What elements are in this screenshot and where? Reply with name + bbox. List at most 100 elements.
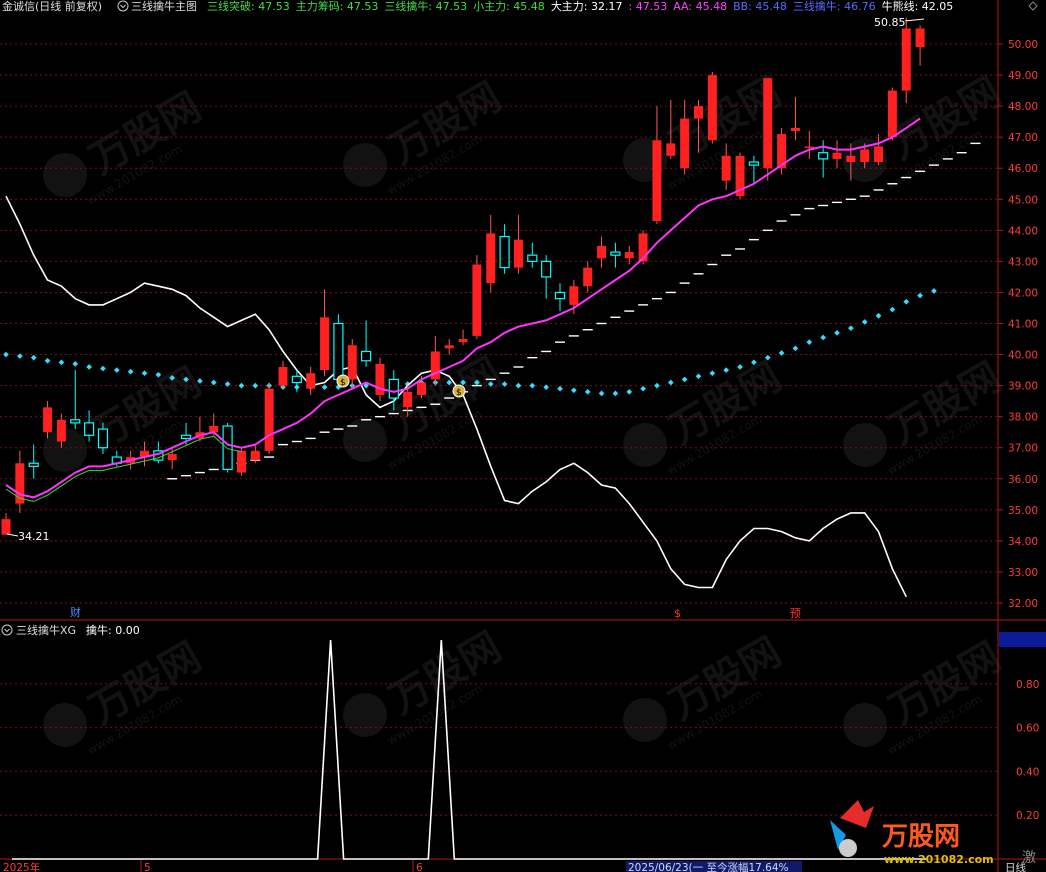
candle <box>887 87 897 141</box>
axis-tick-label: 37.00 <box>1008 443 1038 455</box>
sub-header: 三线擒牛XG 擒牛: 0.00 <box>1 623 140 637</box>
axis-tick-label: 36.00 <box>1008 474 1038 486</box>
candle-body <box>748 161 760 166</box>
candle <box>375 357 385 402</box>
sub-axis-tick-label: 0.80 <box>1016 679 1039 691</box>
axis-tick-label: 48.00 <box>1008 101 1038 113</box>
sub-axis-tick-label: 0.40 <box>1016 766 1039 778</box>
watermark-bull-icon <box>623 423 667 467</box>
candle <box>763 78 773 181</box>
price-high-text: 50.85 <box>874 16 906 29</box>
axis-tick-label: 47.00 <box>1008 132 1038 144</box>
marker-yu[interactable]: 预 <box>790 607 801 620</box>
bottom-info-text: 2025/06/23(一 至今涨幅17.64% <box>628 861 789 872</box>
candle-body <box>486 233 496 284</box>
axis-tick-label: 44.00 <box>1008 225 1038 237</box>
header-value-9: 牛熊线: 42.05 <box>882 0 954 13</box>
candle-body <box>180 434 192 440</box>
header-value-0: 三线突破: 47.53 <box>207 0 290 13</box>
corner-tail: 激 <box>1022 849 1036 866</box>
candle-body <box>763 78 773 169</box>
candle-body <box>846 155 856 163</box>
candle-body <box>83 422 95 436</box>
price-low-text: 34.21 <box>18 530 50 543</box>
sub-axis-current-box <box>999 632 1046 647</box>
watermark-bull-icon <box>843 703 887 747</box>
candle-body <box>320 317 330 371</box>
candle-body <box>680 118 690 169</box>
candle-body <box>417 382 426 395</box>
candle-body <box>597 245 607 259</box>
header-value-7: BB: 45.48 <box>733 0 787 13</box>
axis-tick-label: 41.00 <box>1008 319 1038 331</box>
candle-body <box>97 428 109 449</box>
candle <box>707 71 717 144</box>
candle-body <box>28 462 39 467</box>
badge-symbol-2: $ <box>456 388 462 398</box>
candle-body <box>652 140 662 222</box>
candle-body <box>666 143 676 156</box>
corner-url: www.201082.com <box>884 853 994 866</box>
stock-title[interactable]: 金诚信(日线 前复权) <box>2 0 102 13</box>
watermark-bull-icon <box>343 693 387 737</box>
candle-body <box>15 463 25 504</box>
candle-body <box>804 146 814 148</box>
candle <box>901 17 911 104</box>
candle-body <box>236 450 246 473</box>
watermark-bull-icon <box>623 698 667 742</box>
candle-body <box>250 450 260 461</box>
candle-body <box>347 345 357 380</box>
header-value-4: 大主力: 32.17 <box>551 0 623 13</box>
candle-body <box>513 239 523 268</box>
candle-body <box>70 419 81 424</box>
header-values: 三线突破: 47.53 主力筹码: 47.53 三线擒牛: 47.53 小主力: 45… <box>207 0 953 13</box>
candle-body <box>264 388 274 451</box>
watermark-bull-icon <box>343 143 387 187</box>
candle-body <box>707 75 717 141</box>
candle <box>264 382 274 454</box>
candle-body <box>610 251 621 256</box>
candle-body <box>554 291 566 300</box>
candle-body <box>278 366 288 386</box>
candle-body <box>472 264 482 336</box>
stock-chart[interactable]: 万股网www.201082.com万股网www.201082.com 万股网www… <box>0 0 1046 872</box>
candle-body <box>333 322 344 381</box>
candle-body <box>444 345 454 349</box>
candle-body <box>860 149 870 163</box>
header-value-5: : 47.53 <box>629 0 668 13</box>
marker-cai[interactable]: 财 <box>70 605 81 619</box>
axis-tick-label: 39.00 <box>1008 381 1038 393</box>
axis-tick-label: 49.00 <box>1008 70 1038 82</box>
candle-body <box>832 152 842 159</box>
candle-body <box>818 152 829 160</box>
candle-body <box>1 519 11 535</box>
bottom-month-5: 5 <box>144 862 151 872</box>
axis-tick-label: 45.00 <box>1008 194 1038 206</box>
badge-symbol: $ <box>340 378 346 388</box>
candle-body <box>583 267 593 287</box>
sub-indicator-value: 擒牛: 0.00 <box>86 623 140 637</box>
candle-body <box>403 391 413 408</box>
axis-tick-label: 34.00 <box>1008 536 1038 548</box>
candle-body <box>56 419 66 442</box>
axis-tick-label: 46.00 <box>1008 163 1038 175</box>
corner-brand: 万股网 <box>882 822 960 852</box>
candle-body <box>306 373 316 389</box>
candle-body <box>887 90 897 138</box>
sub-axis-tick-label: 0.60 <box>1016 723 1039 735</box>
watermark-bull-icon <box>43 153 87 197</box>
sub-indicator-name[interactable]: 三线擒牛XG <box>16 623 76 637</box>
axis-tick-label: 33.00 <box>1008 567 1038 579</box>
indicator-name[interactable]: 三线擒牛主图 <box>131 0 197 13</box>
bottom-year: 2025年 <box>3 861 40 872</box>
marker-s[interactable]: $ <box>674 607 681 620</box>
candle-body <box>43 407 53 433</box>
sub-axis-tick-label: 0.20 <box>1016 810 1039 822</box>
candle-body <box>361 350 372 362</box>
header-value-1: 主力筹码: 47.53 <box>296 0 379 13</box>
watermark-bull-icon <box>843 423 887 467</box>
axis-tick-label: 38.00 <box>1008 412 1038 424</box>
candle-body <box>624 252 634 259</box>
header-value-8: 三线擒牛: 46.76 <box>793 0 876 13</box>
axis-tick-label: 50.00 <box>1008 39 1038 51</box>
